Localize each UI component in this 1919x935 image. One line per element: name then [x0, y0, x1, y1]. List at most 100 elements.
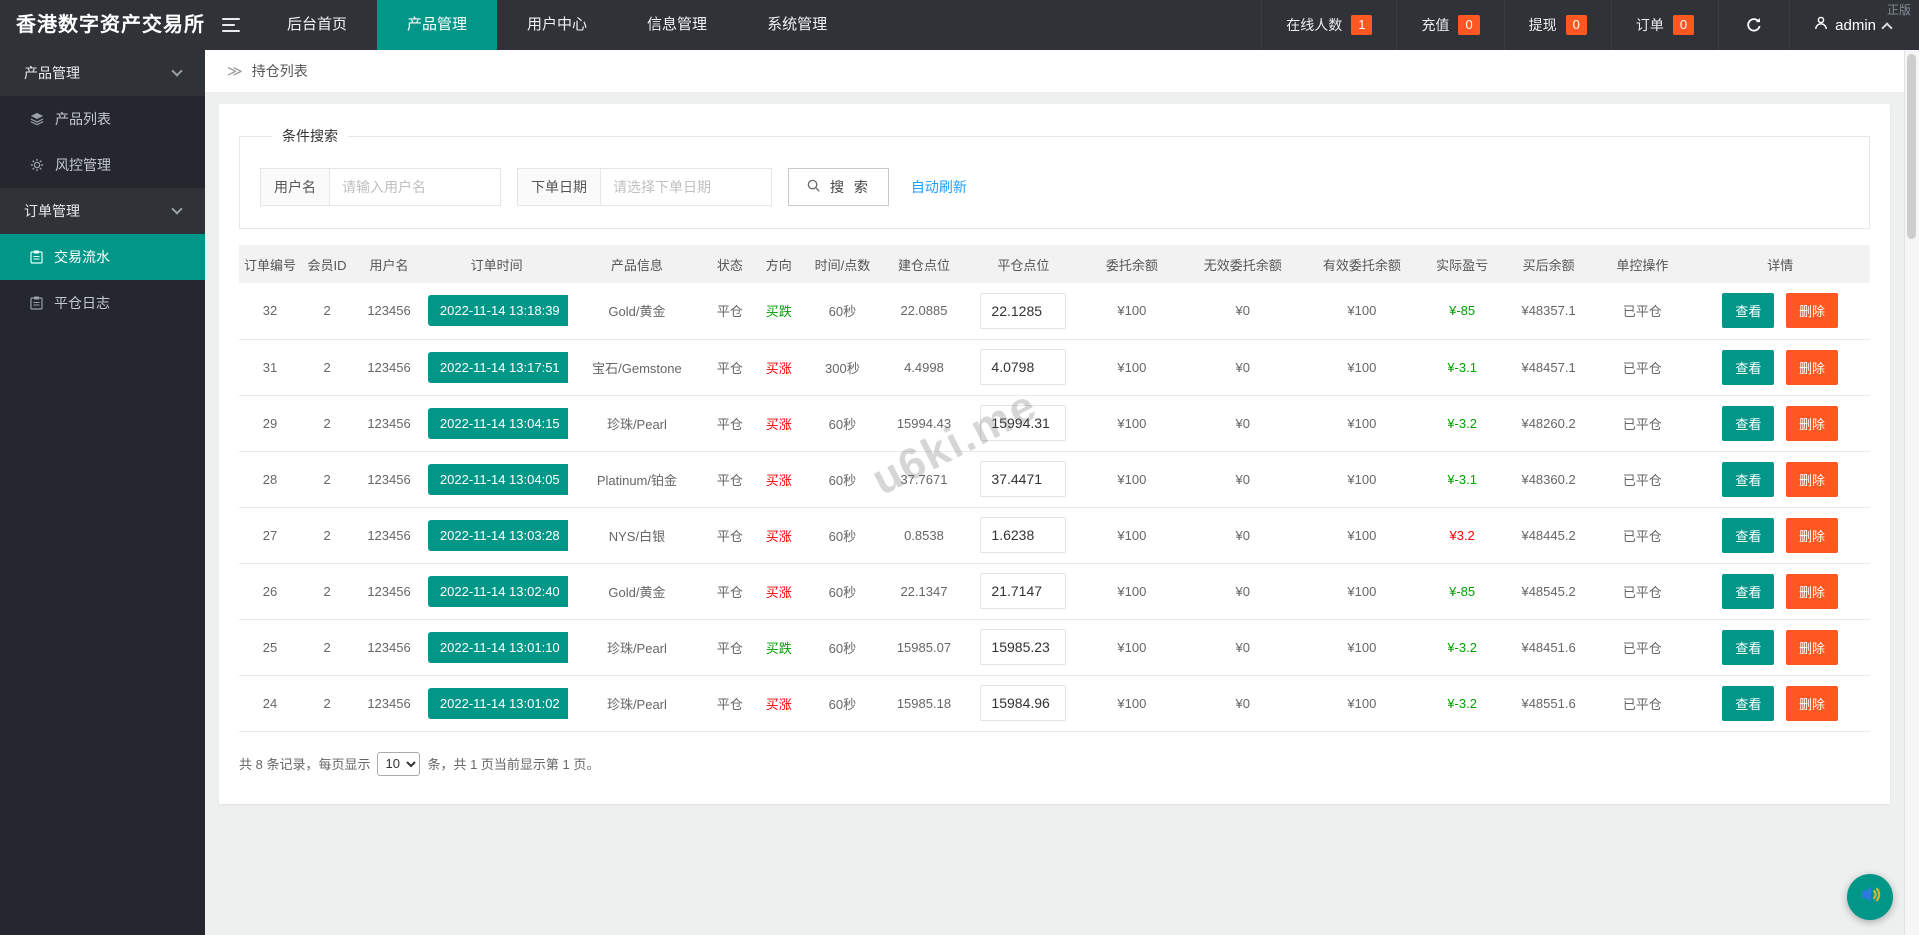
corner-watermark: 正版	[1887, 1, 1911, 18]
search-button[interactable]: 搜 索	[788, 168, 889, 206]
sidebar-section-orders[interactable]: 订单管理	[0, 188, 205, 234]
cell-product: Platinum/铂金	[568, 451, 705, 507]
order-time-badge[interactable]: 2022-11-14 13:17:51	[428, 352, 569, 383]
nav-item-home[interactable]: 后台首页	[257, 0, 377, 50]
delete-button[interactable]: 删除	[1786, 293, 1838, 328]
order-time-badge[interactable]: 2022-11-14 13:04:15	[428, 408, 569, 439]
cell-order-time: 2022-11-14 13:04:15	[425, 395, 569, 451]
cell-product: Gold/黄金	[568, 563, 705, 619]
col-close-point: 平仓点位	[966, 245, 1080, 283]
direction-label: 买涨	[766, 697, 792, 712]
order-time-badge[interactable]: 2022-11-14 13:01:02	[428, 688, 569, 719]
order-time-badge[interactable]: 2022-11-14 13:02:40	[428, 576, 569, 607]
delete-button[interactable]: 删除	[1786, 686, 1838, 721]
sound-toggle-button[interactable]	[1847, 874, 1893, 920]
scrollbar-thumb[interactable]	[1907, 54, 1916, 239]
cell-detail: 查看 删除	[1690, 283, 1870, 339]
cell-open-point: 15994.43	[882, 395, 967, 451]
close-point-input[interactable]	[980, 349, 1066, 385]
username-group: 用户名	[260, 168, 501, 206]
order-time-badge[interactable]: 2022-11-14 13:04:05	[428, 464, 569, 495]
cell-entrust-balance: ¥100	[1081, 395, 1184, 451]
stat-orders-label: 订单	[1636, 15, 1664, 35]
view-button[interactable]: 查看	[1722, 350, 1774, 385]
delete-button[interactable]: 删除	[1786, 406, 1838, 441]
order-time-badge[interactable]: 2022-11-14 13:03:28	[428, 520, 569, 551]
view-button[interactable]: 查看	[1722, 686, 1774, 721]
sidebar-item-risk-control[interactable]: 风控管理	[0, 142, 205, 188]
view-button[interactable]: 查看	[1722, 574, 1774, 609]
cell-username: 123456	[353, 507, 425, 563]
cell-control-status: 已平仓	[1594, 395, 1690, 451]
close-point-input[interactable]	[980, 629, 1066, 665]
sidebar-section-products[interactable]: 产品管理	[0, 50, 205, 96]
cell-control-status: 已平仓	[1594, 563, 1690, 619]
breadcrumb: ≫ 持仓列表	[205, 50, 1904, 92]
cell-order-time: 2022-11-14 13:02:40	[425, 563, 569, 619]
cell-entrust-balance: ¥100	[1081, 619, 1184, 675]
cell-detail: 查看 删除	[1690, 395, 1870, 451]
profit-label: ¥-3.1	[1447, 360, 1477, 375]
close-point-input[interactable]	[980, 405, 1066, 441]
sidebar-item-trade-flow[interactable]: 交易流水	[0, 234, 205, 280]
cell-actual-profit: ¥-85	[1421, 563, 1503, 619]
close-point-input[interactable]	[980, 573, 1066, 609]
direction-label: 买涨	[766, 585, 792, 600]
close-point-input[interactable]	[980, 293, 1066, 329]
page-scrollbar[interactable]	[1904, 50, 1919, 935]
cell-product: 珍珠/Pearl	[568, 675, 705, 731]
cell-open-point: 0.8538	[882, 507, 967, 563]
brand-title: 香港数字资产交易所	[0, 0, 205, 50]
main-content: 条件搜索 用户名 下单日期 搜 索 自动刷新	[205, 92, 1904, 935]
delete-button[interactable]: 删除	[1786, 350, 1838, 385]
cell-member-id: 2	[301, 619, 353, 675]
order-date-input[interactable]	[600, 168, 772, 206]
nav-item-info[interactable]: 信息管理	[617, 0, 737, 50]
view-button[interactable]: 查看	[1722, 630, 1774, 665]
view-button[interactable]: 查看	[1722, 518, 1774, 553]
delete-button[interactable]: 删除	[1786, 630, 1838, 665]
delete-button[interactable]: 删除	[1786, 574, 1838, 609]
hamburger-icon[interactable]	[205, 0, 257, 50]
cell-order-id: 25	[239, 619, 301, 675]
sidebar-item-label: 平仓日志	[54, 293, 110, 313]
view-button[interactable]: 查看	[1722, 406, 1774, 441]
nav-item-system[interactable]: 系统管理	[737, 0, 857, 50]
view-button[interactable]: 查看	[1722, 462, 1774, 497]
stat-orders[interactable]: 订单 0	[1611, 0, 1718, 50]
nav-item-products[interactable]: 产品管理	[377, 0, 497, 50]
stat-online-users[interactable]: 在线人数 1	[1261, 0, 1396, 50]
close-point-input[interactable]	[980, 685, 1066, 721]
cell-valid-entrust: ¥100	[1302, 563, 1421, 619]
chevron-down-icon	[171, 203, 182, 214]
cell-order-time: 2022-11-14 13:17:51	[425, 339, 569, 395]
stat-withdraw[interactable]: 提现 0	[1504, 0, 1611, 50]
auto-refresh-link[interactable]: 自动刷新	[911, 177, 967, 197]
refresh-icon[interactable]	[1718, 0, 1789, 50]
col-direction: 方向	[754, 245, 803, 283]
sidebar-item-product-list[interactable]: 产品列表	[0, 96, 205, 142]
delete-button[interactable]: 删除	[1786, 518, 1838, 553]
order-time-badge[interactable]: 2022-11-14 13:01:10	[428, 632, 569, 663]
delete-button[interactable]: 删除	[1786, 462, 1838, 497]
cell-control-status: 已平仓	[1594, 619, 1690, 675]
view-button[interactable]: 查看	[1722, 293, 1774, 328]
user-icon	[1814, 16, 1828, 34]
cell-username: 123456	[353, 563, 425, 619]
close-point-input[interactable]	[980, 461, 1066, 497]
col-open-point: 建仓点位	[882, 245, 967, 283]
username-input[interactable]	[329, 168, 501, 206]
table-header-row: 订单编号 会员ID 用户名 订单时间 产品信息 状态 方向 时间/点数 建仓点位…	[239, 245, 1870, 283]
cell-product: 珍珠/Pearl	[568, 619, 705, 675]
cell-order-time: 2022-11-14 13:01:10	[425, 619, 569, 675]
cell-username: 123456	[353, 339, 425, 395]
search-icon	[806, 178, 821, 196]
close-point-input[interactable]	[980, 517, 1066, 553]
cell-order-id: 27	[239, 507, 301, 563]
stat-recharge[interactable]: 充值 0	[1396, 0, 1503, 50]
order-time-badge[interactable]: 2022-11-14 13:18:39	[428, 295, 569, 326]
cell-after-balance: ¥48445.2	[1503, 507, 1594, 563]
nav-item-users[interactable]: 用户中心	[497, 0, 617, 50]
sidebar-item-close-log[interactable]: 平仓日志	[0, 280, 205, 326]
page-size-select[interactable]: 10	[377, 752, 420, 776]
